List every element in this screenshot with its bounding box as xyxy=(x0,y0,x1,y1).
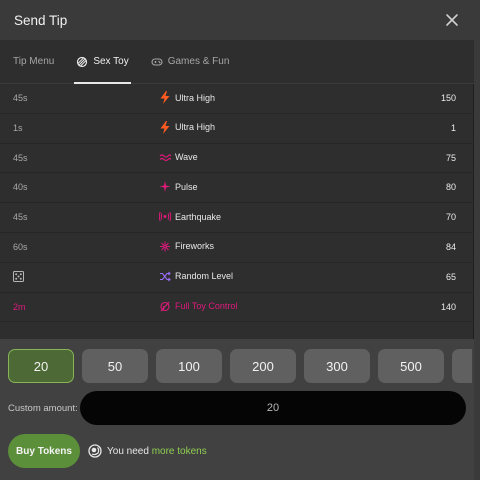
toy-icon xyxy=(76,56,88,68)
duration: 45s xyxy=(13,93,28,103)
list-item[interactable]: 45s Earthquake 70 xyxy=(0,203,474,233)
token-value: 140 xyxy=(440,301,456,312)
list-item[interactable]: 45s Ultra High 150 xyxy=(0,84,474,114)
dialog-header: Send Tip xyxy=(0,0,474,40)
duration: 40s xyxy=(13,182,28,193)
duration: 2m xyxy=(13,301,26,312)
gamepad-icon xyxy=(151,56,163,68)
close-icon[interactable] xyxy=(442,10,462,30)
amount-button[interactable]: 500 xyxy=(378,349,444,383)
token-value: 84 xyxy=(445,241,456,252)
duration: 45s xyxy=(13,212,28,223)
level-name: Random Level xyxy=(175,271,234,282)
level-name: Ultra High xyxy=(175,92,216,103)
level-cell: Ultra High xyxy=(159,91,215,104)
token-value: 65 xyxy=(445,271,456,282)
toy-menu-list: 45s Ultra High 150 1s Ultra High 1 45s W… xyxy=(0,84,474,323)
tab-label: Games & Fun xyxy=(167,56,230,67)
level-name: Pulse xyxy=(175,181,198,192)
pulse-icon xyxy=(159,180,171,193)
list-item[interactable]: 40s Pulse 80 xyxy=(0,173,474,204)
level-cell: Wave xyxy=(159,151,198,164)
tab-tip-menu[interactable]: Tip Menu xyxy=(13,40,54,84)
tab-bar: Tip Menu Sex Toy Games & Fun xyxy=(0,40,474,84)
wave-icon xyxy=(159,151,172,164)
token-value: 1 xyxy=(450,122,456,133)
lightning-icon xyxy=(159,120,171,134)
list-item[interactable]: 1s Ultra High 1 xyxy=(0,114,474,144)
amount-button[interactable]: 100 xyxy=(156,349,222,383)
lightning-icon xyxy=(159,91,171,104)
custom-amount-input[interactable]: 20 xyxy=(80,391,466,425)
amount-button[interactable]: 50 xyxy=(82,349,148,383)
shuffle-icon xyxy=(159,270,171,283)
fireworks-icon xyxy=(159,240,171,253)
coin-icon xyxy=(88,444,102,458)
buy-tokens-button[interactable]: Buy Tokens xyxy=(8,434,80,468)
dice-icon xyxy=(13,270,24,284)
token-value: 70 xyxy=(445,212,456,223)
need-more-tokens-text: You need more tokens xyxy=(107,446,207,457)
token-value: 150 xyxy=(440,93,456,103)
tab-sex-toy[interactable]: Sex Toy xyxy=(74,40,132,84)
level-cell: Ultra High xyxy=(159,120,216,134)
need-prefix: You need xyxy=(107,446,152,457)
tab-label: Sex Toy xyxy=(93,56,129,67)
list-item[interactable]: Random Level 65 xyxy=(0,263,474,293)
amount-button-overflow[interactable] xyxy=(452,349,472,383)
level-name: Fireworks xyxy=(175,241,215,252)
amount-button[interactable]: 20 xyxy=(8,349,74,383)
level-name: Wave xyxy=(175,152,198,163)
amount-options: 20 50 100 200 300 500 xyxy=(8,349,472,383)
level-cell: Random Level xyxy=(159,270,233,283)
background-edge xyxy=(474,0,480,480)
duration: 60s xyxy=(13,241,28,252)
send-tip-dialog: Send Tip Tip Menu Sex Toy Games & Fun 45… xyxy=(0,0,474,480)
level-name: Full Toy Control xyxy=(175,301,238,312)
list-item[interactable]: 60s Fireworks 84 xyxy=(0,233,474,263)
level-cell: Full Toy Control xyxy=(159,300,237,313)
amount-button[interactable]: 200 xyxy=(230,349,296,383)
duration: 1s xyxy=(13,122,23,133)
tab-games-fun[interactable]: Games & Fun xyxy=(151,40,230,84)
token-value: 75 xyxy=(445,152,456,163)
tip-footer: 20 50 100 200 300 500 Custom amount: 20 … xyxy=(0,339,474,480)
level-cell: Earthquake xyxy=(158,210,222,223)
token-value: 80 xyxy=(445,182,456,193)
level-cell: Pulse xyxy=(159,180,198,193)
duration: 45s xyxy=(13,152,28,163)
more-tokens-link[interactable]: more tokens xyxy=(152,446,207,457)
earthquake-icon xyxy=(158,210,172,223)
list-item[interactable]: 45s Wave 75 xyxy=(0,144,474,174)
level-cell: Fireworks xyxy=(159,240,214,253)
level-name: Ultra High xyxy=(175,122,216,133)
level-name: Earthquake xyxy=(175,211,222,222)
custom-amount-label: Custom amount: xyxy=(8,403,78,414)
list-item[interactable]: 2m Full Toy Control 140 xyxy=(0,293,474,323)
amount-button[interactable]: 300 xyxy=(304,349,370,383)
toy-control-icon xyxy=(159,300,171,313)
tab-label: Tip Menu xyxy=(13,56,55,67)
dialog-title: Send Tip xyxy=(14,12,68,28)
